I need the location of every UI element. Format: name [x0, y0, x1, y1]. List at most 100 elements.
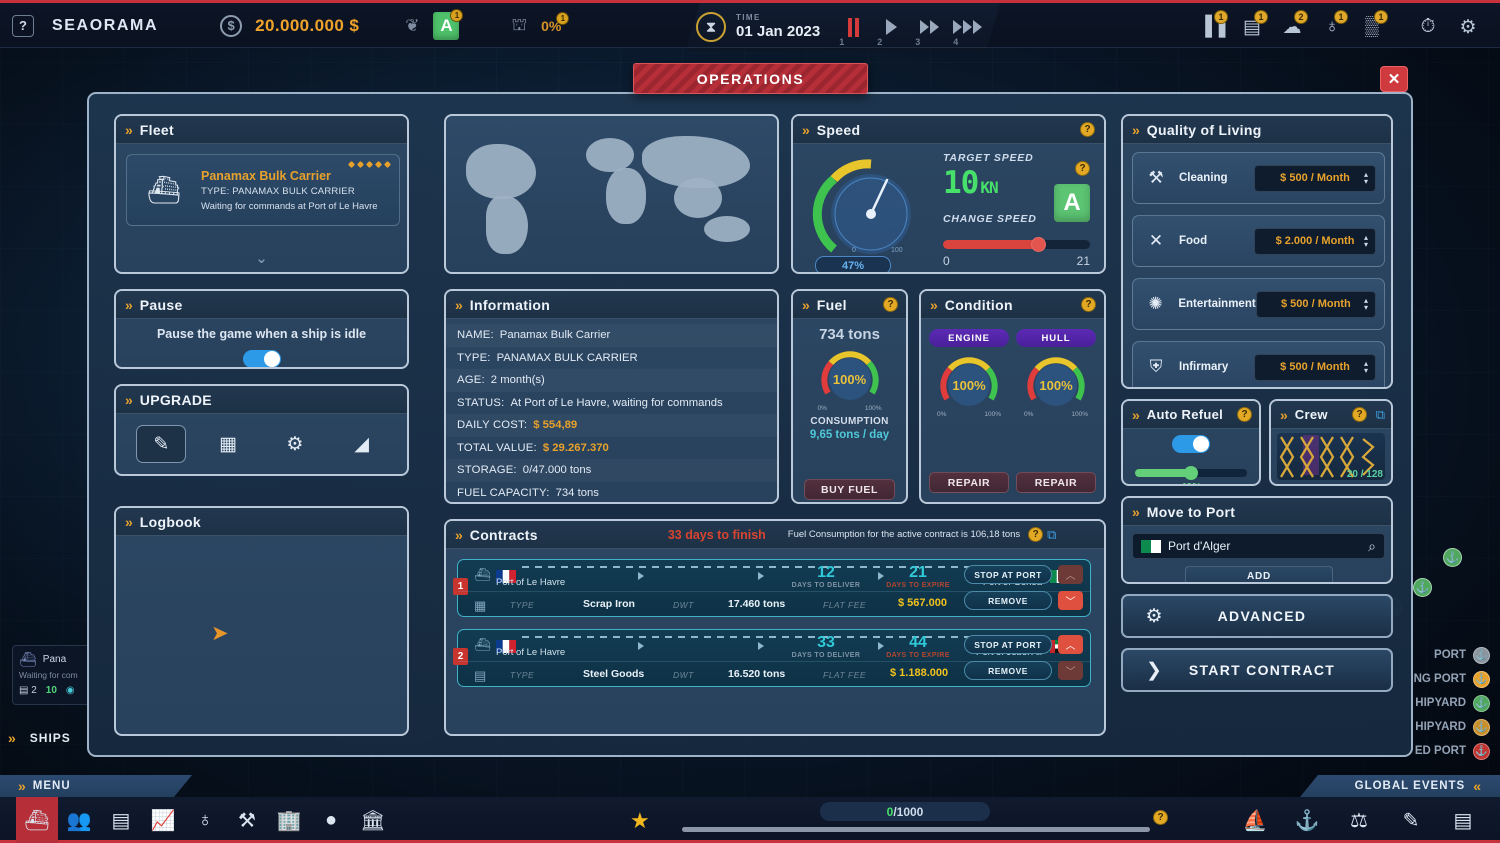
qol-item-infirmary[interactable]: ⛨ Infirmary $ 500 / Month ▴ ▾ [1132, 341, 1385, 387]
qol-item-entertainment[interactable]: ✺ Entertainment $ 500 / Month ▴ ▾ [1132, 278, 1385, 330]
speed-slider-knob[interactable] [1031, 237, 1047, 252]
layers-icon[interactable]: ▤ [1442, 797, 1484, 843]
move-contract-up-button[interactable]: ︿ [1058, 635, 1083, 654]
cleaning-stepper[interactable]: $ 500 / Month ▴ ▾ [1254, 164, 1376, 192]
info-key: DAILY COST: [457, 419, 528, 432]
company-icon[interactable]: ▒ 1 [1354, 9, 1390, 45]
pencil-icon[interactable]: ✎ [136, 425, 187, 463]
entertainment-icon: ✺ [1148, 294, 1163, 313]
nav-crew-icon[interactable]: 👥 [58, 797, 100, 843]
engine-gear-icon[interactable]: ⚙ [270, 425, 320, 463]
food-stepper[interactable]: $ 2.000 / Month ▴ ▾ [1254, 227, 1376, 255]
fuel-help-icon[interactable]: ? [883, 297, 898, 312]
auto-refuel-toggle[interactable] [1172, 435, 1210, 453]
legend-item: NG PORT ⚓ [1414, 667, 1490, 691]
start-contract-button[interactable]: ❯ START CONTRACT [1121, 648, 1393, 692]
port-search-input[interactable]: Port d'Alger ⌕ [1132, 533, 1385, 559]
move-contract-down-button[interactable]: ﹀ [1058, 661, 1083, 680]
crew-help-icon[interactable]: ? [1352, 407, 1367, 422]
nav-finance-icon[interactable]: ▤ [100, 797, 142, 843]
open-external-icon[interactable]: ⧉ [1047, 527, 1056, 543]
edit-icon[interactable]: ✎ [1390, 797, 1432, 843]
rating-display[interactable]: ❦ A 1 [405, 8, 464, 40]
warehouse-icon[interactable]: ▤ 1 [1234, 9, 1270, 45]
fleet-map-icon[interactable]: ⛵ [1234, 797, 1276, 843]
repair-hull-button[interactable]: REPAIR [1016, 472, 1096, 493]
game-title: SEAORAMA [52, 16, 159, 34]
map-pin-port[interactable]: ⚓ [1443, 548, 1462, 567]
nav-shipyard-icon[interactable]: ⚒ [226, 797, 268, 843]
fleet-expand-chevron-icon[interactable]: ⌄ [116, 249, 407, 267]
stop-at-port-button[interactable]: STOP AT PORT [964, 565, 1052, 584]
speed-slider[interactable] [943, 237, 1090, 252]
market-icon[interactable]: ▐▐ 1 [1194, 9, 1230, 45]
mini-map[interactable] [444, 114, 779, 274]
fleet-ship-card[interactable]: ⛴ Panamax Bulk Carrier TYPE: PANAMAX BUL… [126, 154, 400, 226]
add-port-button[interactable]: ADD [1185, 566, 1333, 582]
auto-refuel-slider[interactable] [1135, 466, 1247, 480]
nav-world-icon[interactable]: ♁ [184, 797, 226, 843]
nav-statistics-icon[interactable]: 📈 [142, 797, 184, 843]
stopwatch-icon[interactable]: ⏱ [1410, 9, 1446, 45]
move-contract-down-button[interactable]: ﹀ [1058, 591, 1083, 610]
crew-header: » Crew ? ⧉ [1271, 401, 1391, 429]
stop-at-port-button[interactable]: STOP AT PORT [964, 635, 1052, 654]
condition-help-icon[interactable]: ? [1081, 297, 1096, 312]
speed-slider-min: 0 [943, 254, 950, 268]
info-value: Panamax Bulk Carrier [499, 329, 611, 342]
map-pin-port[interactable]: ⚓ [1413, 578, 1432, 597]
ultra-forward-button[interactable]: 4 [948, 10, 986, 44]
nav-research-icon[interactable]: ● [310, 797, 352, 843]
time-label: TIME [736, 12, 761, 22]
hull-gauge: 100% [1024, 355, 1088, 411]
remove-contract-button[interactable]: REMOVE [964, 661, 1052, 680]
close-button[interactable]: ✕ [1380, 66, 1408, 92]
anchor-icon[interactable]: ⚓ [1286, 797, 1328, 843]
open-external-icon[interactable]: ⧉ [1376, 407, 1385, 423]
fast-forward-button[interactable]: 3 [910, 10, 948, 44]
auto-refuel-slider-knob[interactable] [1184, 466, 1199, 480]
cloud-icon[interactable]: ☁ 2 [1274, 9, 1310, 45]
nav-ships-icon[interactable]: ⛴ [16, 797, 58, 843]
container-icon[interactable]: ▦ [203, 425, 253, 463]
globe-search-icon[interactable]: ♁ 1 [1314, 9, 1350, 45]
hull-gauge-max: 100% [1071, 411, 1088, 418]
move-contract-up-button[interactable]: ︿ [1058, 565, 1083, 584]
play-chevron-icon: ❯ [1146, 659, 1162, 681]
nav-bank-icon[interactable]: 🏛 [352, 797, 394, 843]
advanced-button[interactable]: ⚙ ADVANCED [1121, 594, 1393, 638]
pause-toggle[interactable] [242, 350, 281, 367]
contract-row[interactable]: 1 ⛴ Port of Le Havre ▦ TYPE Scrap Iron D… [453, 559, 1091, 617]
buy-fuel-button[interactable]: BUY FUEL [804, 479, 895, 500]
paint-bucket-icon[interactable]: ◢ [337, 425, 387, 463]
qol-item-cleaning[interactable]: ⚒ Cleaning $ 500 / Month ▴ ▾ [1132, 152, 1385, 204]
help-button[interactable]: ? [12, 14, 34, 37]
nav-company-icon[interactable]: 🏢 [268, 797, 310, 843]
menu-tab[interactable]: » MENU [0, 775, 192, 797]
qol-value: $ 500 / Month [1280, 172, 1350, 184]
port-share-display[interactable]: ⛫ 0% 1 [511, 11, 570, 37]
pause-button[interactable]: 1 [834, 10, 872, 44]
repair-engine-button[interactable]: REPAIR [929, 472, 1009, 493]
global-events-tab[interactable]: GLOBAL EVENTS « [1300, 775, 1500, 797]
play-button[interactable]: 2 [872, 10, 910, 44]
contract-row[interactable]: 2 ⛴ Port of Le Havre ▤ TYPE Steel Goods … [453, 629, 1091, 687]
fleet-panel: » Fleet ⛴ Panamax Bulk Carrier TYPE: PAN… [114, 114, 409, 274]
map-legend: PORT ⚓ NG PORT ⚓ HIPYARD ⚓ HIPYARD ⚓ ED … [1414, 643, 1490, 763]
infirmary-stepper[interactable]: $ 500 / Month ▴ ▾ [1254, 353, 1376, 381]
entertainment-stepper[interactable]: $ 500 / Month ▴ ▾ [1255, 290, 1376, 318]
contracts-help-icon[interactable]: ? [1028, 527, 1044, 542]
engine-gauge-max: 100% [984, 411, 1001, 418]
stopwatch-glyph: ⏱ [1420, 16, 1436, 37]
grade-help-icon[interactable]: ? [1075, 161, 1090, 176]
ships-panel-tab[interactable]: » SHIPS [8, 730, 71, 746]
speed-help-icon[interactable]: ? [1080, 122, 1095, 137]
settings-gear-icon[interactable]: ⚙ [1450, 9, 1486, 45]
remove-contract-button[interactable]: REMOVE [964, 591, 1052, 610]
background-ship-name: Pana [42, 654, 67, 665]
experience-help-icon[interactable]: ? [1153, 810, 1168, 825]
auto-refuel-help-icon[interactable]: ? [1237, 407, 1252, 422]
search-icon[interactable]: ⌕ [1368, 538, 1376, 555]
routes-icon[interactable]: ⚖ [1338, 797, 1380, 843]
qol-item-food[interactable]: ✕ Food $ 2.000 / Month ▴ ▾ [1132, 215, 1385, 267]
